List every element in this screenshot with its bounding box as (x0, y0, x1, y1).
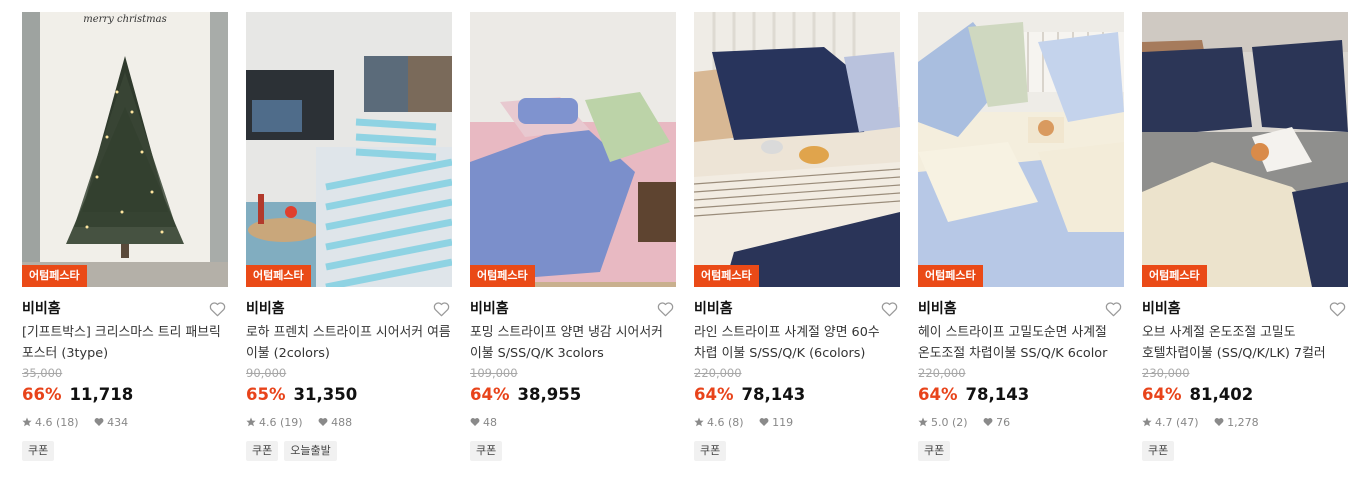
review-count: (8) (728, 416, 744, 429)
heart-filled-icon (1214, 417, 1224, 427)
product-title[interactable]: [기프트박스] 크리스마스 트리 패브릭 포스터 (3type) (22, 322, 228, 364)
discount-rate: 64% (918, 385, 958, 404)
brand-name[interactable]: 비비홈 (694, 298, 900, 320)
product-photo-blue-pink-bedding (470, 12, 676, 287)
tag-today-shipping: 오늘출발 (284, 441, 337, 461)
rating-value: 4.7 (1155, 416, 1173, 429)
promo-badge: 어텀페스타 (694, 265, 759, 287)
brand-name[interactable]: 비비홈 (246, 298, 452, 320)
like-count: 76 (996, 416, 1011, 429)
tag-coupon: 쿠폰 (918, 441, 951, 461)
promo-badge: 어텀페스타 (918, 265, 983, 287)
product-card[interactable]: 어텀페스타 비비홈 오브 사계절 온도조절 고밀도 호텔차렵이불 (SS/Q/K… (1142, 12, 1348, 461)
promo-badge: 어텀페스타 (470, 265, 535, 287)
heart-icon[interactable] (881, 301, 898, 317)
heart-filled-icon (94, 417, 104, 427)
like-count: 48 (483, 416, 497, 429)
product-card[interactable]: 어텀페스타 비비홈 포밍 스트라이프 양면 냉감 시어서커 이불 S/SS/Q/… (470, 12, 676, 461)
like-count: 1,278 (1227, 416, 1259, 429)
product-title[interactable]: 헤이 스트라이프 고밀도순면 사계절 온도조절 차렵이불 SS/Q/K 6col… (918, 322, 1124, 364)
discount-rate: 66% (22, 385, 62, 404)
sale-price: 31,350 (293, 385, 358, 404)
heart-icon[interactable] (433, 301, 450, 317)
product-card[interactable]: merry christmas 어텀페스타 비비홈 [기프트박스] 크리스마스 … (22, 12, 228, 461)
product-photo-cream-navy-bedding (1142, 12, 1348, 287)
review-count: (47) (1176, 416, 1199, 429)
star-icon (694, 417, 704, 427)
brand-name[interactable]: 비비홈 (918, 298, 1124, 320)
tag-coupon: 쿠폰 (246, 441, 279, 461)
tag-coupon: 쿠폰 (694, 441, 727, 461)
sale-price: 11,718 (69, 385, 134, 404)
product-title[interactable]: 로하 프렌치 스트라이프 시어서커 여름 이불 (2colors) (246, 322, 452, 364)
product-image[interactable]: merry christmas 어텀페스타 (22, 12, 228, 287)
like-count: 488 (331, 416, 353, 429)
star-icon (918, 417, 928, 427)
product-card[interactable]: 어텀페스타 비비홈 헤이 스트라이프 고밀도순면 사계절 온도조절 차렵이불 S… (918, 12, 1124, 461)
heart-filled-icon (470, 417, 480, 427)
heart-icon[interactable] (1105, 301, 1122, 317)
star-icon (1142, 417, 1152, 427)
original-price: 230,000 (1142, 366, 1190, 380)
star-icon (246, 417, 256, 427)
product-grid: merry christmas 어텀페스타 비비홈 [기프트박스] 크리스마스 … (0, 0, 1365, 483)
like-count: 434 (107, 416, 129, 429)
promo-badge: 어텀페스타 (1142, 265, 1207, 287)
tag-coupon: 쿠폰 (470, 441, 503, 461)
original-price: 220,000 (694, 366, 742, 380)
product-photo-light-blue-bedding (918, 12, 1124, 287)
original-price: 109,000 (470, 366, 518, 380)
review-count: (18) (56, 416, 79, 429)
brand-name[interactable]: 비비홈 (22, 298, 228, 320)
product-title[interactable]: 라인 스트라이프 사계절 양면 60수 차렵 이불 S/SS/Q/K (6col… (694, 322, 900, 364)
poster-script: merry christmas (83, 14, 167, 25)
promo-badge: 어텀페스타 (22, 265, 87, 287)
product-card[interactable]: 어텀페스타 비비홈 라인 스트라이프 사계절 양면 60수 차렵 이불 S/SS… (694, 12, 900, 461)
sale-price: 38,955 (517, 385, 582, 404)
product-image[interactable]: 어텀페스타 (470, 12, 676, 287)
review-count: (2) (952, 416, 968, 429)
product-title[interactable]: 오브 사계절 온도조절 고밀도 호텔차렵이불 (SS/Q/K/LK) 7컬러 (1142, 322, 1348, 364)
discount-rate: 65% (246, 385, 286, 404)
sale-price: 78,143 (741, 385, 806, 404)
heart-filled-icon (759, 417, 769, 427)
heart-icon[interactable] (1329, 301, 1346, 317)
rating-value: 4.6 (35, 416, 53, 429)
heart-icon[interactable] (209, 301, 226, 317)
promo-badge: 어텀페스타 (246, 265, 311, 287)
heart-filled-icon (318, 417, 328, 427)
discount-rate: 64% (470, 385, 510, 404)
product-card[interactable]: 어텀페스타 비비홈 로하 프렌치 스트라이프 시어서커 여름 이불 (2colo… (246, 12, 452, 461)
product-photo-stripe-bedding (246, 12, 452, 287)
product-image[interactable]: 어텀페스타 (918, 12, 1124, 287)
original-price: 90,000 (246, 366, 287, 380)
original-price: 35,000 (22, 366, 63, 380)
heart-filled-icon (983, 417, 993, 427)
product-image[interactable]: 어텀페스타 (246, 12, 452, 287)
sale-price: 81,402 (1189, 385, 1254, 404)
star-icon (22, 417, 32, 427)
product-photo-navy-bedding (694, 12, 900, 287)
rating-value: 4.6 (707, 416, 725, 429)
heart-icon[interactable] (657, 301, 674, 317)
like-count: 119 (772, 416, 794, 429)
rating-value: 4.6 (259, 416, 277, 429)
original-price: 220,000 (918, 366, 966, 380)
discount-rate: 64% (694, 385, 734, 404)
tag-coupon: 쿠폰 (1142, 441, 1175, 461)
product-image[interactable]: 어텀페스타 (1142, 12, 1348, 287)
product-image[interactable]: 어텀페스타 (694, 12, 900, 287)
product-photo-christmas-tree: merry christmas (22, 12, 228, 287)
brand-name[interactable]: 비비홈 (1142, 298, 1348, 320)
sale-price: 78,143 (965, 385, 1030, 404)
review-count: (19) (280, 416, 303, 429)
tag-coupon: 쿠폰 (22, 441, 55, 461)
product-title[interactable]: 포밍 스트라이프 양면 냉감 시어서커 이불 S/SS/Q/K 3colors (470, 322, 676, 364)
brand-name[interactable]: 비비홈 (470, 298, 676, 320)
discount-rate: 64% (1142, 385, 1182, 404)
rating-value: 5.0 (931, 416, 949, 429)
